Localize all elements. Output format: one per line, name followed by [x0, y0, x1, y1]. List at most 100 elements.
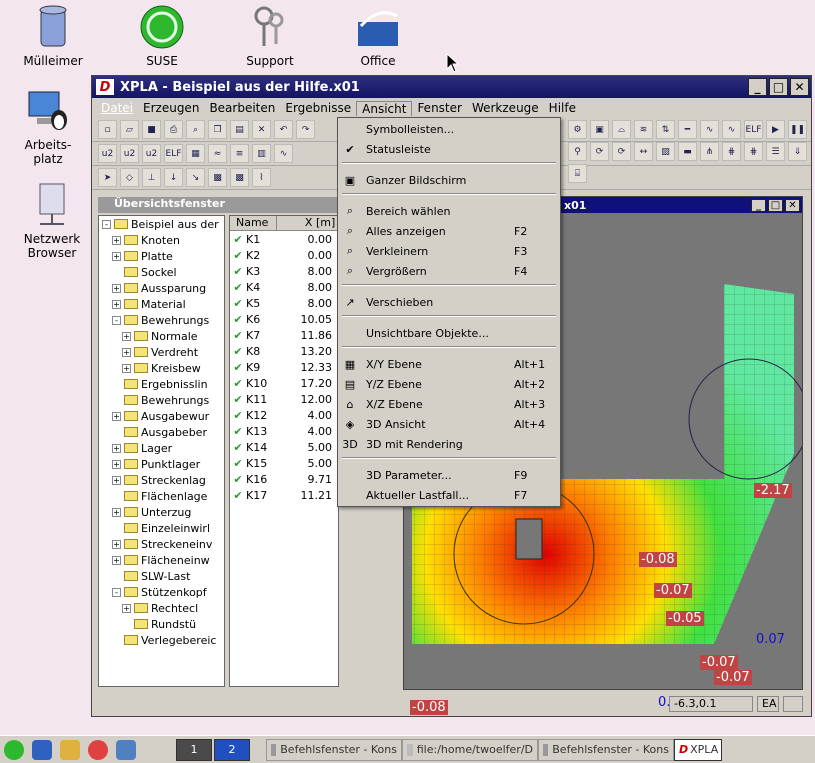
node-row[interactable]: ✔ K8 13.20 — [230, 343, 338, 359]
node-row[interactable]: ✔ K9 12.33 — [230, 359, 338, 375]
menu-item[interactable]: Unsichtbare Objekte... — [338, 323, 560, 343]
menu-item[interactable]: Aktueller Lastfall... F7 — [338, 485, 560, 505]
collapse-icon[interactable]: - — [102, 219, 111, 229]
task-befehlsfenster-2[interactable]: Befehlsfenster - Kons — [538, 738, 674, 761]
minimize-button[interactable]: _ — [748, 78, 767, 96]
menu-item[interactable]: ✔ Statusleiste — [338, 139, 560, 159]
menu-item[interactable]: ⌕ Verkleinern F3 — [338, 241, 560, 261]
results-tool-icon[interactable]: ⚙ — [568, 120, 587, 139]
menu-item[interactable]: ▤ Y/Z Ebene Alt+2 — [338, 374, 560, 394]
bar-tool-icon[interactable]: ▬ — [678, 142, 697, 161]
print-icon[interactable]: ⎙ — [164, 120, 183, 139]
node-row[interactable]: ✔ K15 5.00 — [230, 455, 338, 471]
expand-icon[interactable]: + — [112, 299, 121, 309]
collapse-icon[interactable]: - — [112, 587, 121, 597]
close-button[interactable]: ✕ — [790, 78, 809, 96]
menu-item[interactable]: ⌕ Vergrößern F4 — [338, 261, 560, 281]
maximize-button[interactable]: □ — [769, 78, 788, 96]
task-file-browser[interactable]: file:/home/twoelfer/D — [402, 738, 538, 761]
tree-item[interactable]: - Bewehrungs — [99, 312, 224, 328]
node-row[interactable]: ✔ K17 11.21 — [230, 487, 338, 503]
expand-icon[interactable]: + — [122, 363, 131, 373]
tree-item[interactable]: Verlegebereic — [99, 632, 224, 648]
tree-item[interactable]: + Normale — [99, 328, 224, 344]
home-folder-icon[interactable] — [60, 739, 80, 760]
menu-item[interactable]: ⌕ Bereich wählen — [338, 201, 560, 221]
mesh-tool-icon[interactable]: ▩ — [230, 168, 249, 187]
u2-tool-icon[interactable]: u2 — [142, 144, 161, 163]
task-befehlsfenster-1[interactable]: Befehlsfenster - Kons — [266, 738, 402, 761]
expand-icon[interactable]: + — [112, 251, 121, 261]
node-tool-icon[interactable]: ⋔ — [700, 142, 719, 161]
menu-ansicht[interactable]: Ansicht — [356, 100, 413, 116]
child-maximize-button[interactable]: □ — [768, 198, 783, 212]
node-row[interactable]: ✔ K12 4.00 — [230, 407, 338, 423]
tree-item[interactable]: - Stützenkopf — [99, 584, 224, 600]
column-x[interactable]: X [m] — [277, 216, 338, 230]
tree-item[interactable]: + Punktlager — [99, 456, 224, 472]
tree-item[interactable]: Rundstü — [99, 616, 224, 632]
tree-item[interactable]: + Streckenlag — [99, 472, 224, 488]
suse-menu-icon[interactable] — [4, 739, 24, 760]
node-row[interactable]: ✔ K14 5.00 — [230, 439, 338, 455]
print-preview-icon[interactable]: ⌕ — [186, 120, 205, 139]
pause-icon[interactable]: ❚❚ — [788, 120, 807, 139]
menu-ergebnisse[interactable]: Ergebnisse — [280, 101, 356, 115]
menu-item[interactable]: Symbolleisten... — [338, 119, 560, 139]
expand-icon[interactable]: + — [112, 459, 121, 469]
save-icon[interactable]: ■ — [142, 120, 161, 139]
tree-item[interactable]: + Platte — [99, 248, 224, 264]
desktop-icon-workplace[interactable]: Arbeits- platz — [3, 88, 93, 166]
beam-tool-icon[interactable]: ⌓ — [612, 120, 631, 139]
elf-tool-icon[interactable]: ELF — [164, 144, 183, 163]
menu-item[interactable]: 3D Parameter... F9 — [338, 465, 560, 485]
u2-tool-icon[interactable]: u2 — [120, 144, 139, 163]
down-tool-icon[interactable]: ⇓ — [788, 142, 807, 161]
wave-tool-icon[interactable]: ≈ — [208, 144, 227, 163]
redo-icon[interactable]: ↷ — [296, 120, 315, 139]
node-tool-icon[interactable]: ⋕ — [722, 142, 741, 161]
play-icon[interactable]: ▶ — [766, 120, 785, 139]
rotate-tool-icon[interactable]: ⟳ — [612, 142, 631, 161]
network-tray-icon[interactable] — [116, 739, 136, 760]
node-row[interactable]: ✔ K11 12.00 — [230, 391, 338, 407]
menu-datei[interactable]: Datei — [96, 101, 138, 115]
curve-tool-icon[interactable]: ∿ — [274, 144, 293, 163]
expand-icon[interactable]: + — [112, 283, 121, 293]
layers-tool-icon[interactable]: ≡ — [230, 144, 249, 163]
u2-tool-icon[interactable]: u2 — [98, 144, 117, 163]
node-list[interactable]: Name X [m] ✔ K1 0.00 ✔ K2 0.00 ✔ K3 8.00 ✔ K4 8.00 ✔… — [229, 215, 339, 687]
node-row[interactable]: ✔ K2 0.00 — [230, 247, 338, 263]
support-tool-icon[interactable]: ⊥ — [142, 168, 161, 187]
table-tool-icon[interactable]: ▥ — [252, 144, 271, 163]
node-row[interactable]: ✔ K10 17.20 — [230, 375, 338, 391]
pattern-tool-icon[interactable]: ▨ — [656, 142, 675, 161]
node-row[interactable]: ✔ K13 4.00 — [230, 423, 338, 439]
tree-item[interactable]: + Material — [99, 296, 224, 312]
tree-item[interactable]: + Flächeneinw — [99, 552, 224, 568]
desktop-icon-support[interactable]: Support — [225, 4, 315, 68]
menu-item[interactable]: ↗ Verschieben — [338, 292, 560, 312]
task-xpla[interactable]: D XPLA — [674, 738, 722, 761]
node-row[interactable]: ✔ K16 9.71 — [230, 471, 338, 487]
menu-item[interactable]: ⌕ Alles anzeigen F2 — [338, 221, 560, 241]
stack-tool-icon[interactable]: ☰ — [766, 142, 785, 161]
copy-icon[interactable]: ❐ — [208, 120, 227, 139]
tree-item[interactable]: + Ausgabewur — [99, 408, 224, 424]
menu-item[interactable]: 3D 3D mit Rendering — [338, 434, 560, 454]
pager-desktop-2[interactable]: 2 — [214, 738, 250, 761]
tree-item[interactable]: + Verdreht — [99, 344, 224, 360]
tree-item[interactable]: Bewehrungs — [99, 392, 224, 408]
node-tool-icon[interactable]: ⋕ — [744, 142, 763, 161]
load-tool-icon[interactable]: ↘ — [186, 168, 205, 187]
menu-erzeugen[interactable]: Erzeugen — [138, 101, 204, 115]
tree-item[interactable]: Ergebnisslin — [99, 376, 224, 392]
tree-item[interactable]: Ausgabeber — [99, 424, 224, 440]
child-minimize-button[interactable]: _ — [751, 198, 766, 212]
menu-bearbeiten[interactable]: Bearbeiten — [204, 101, 280, 115]
tree-item[interactable]: Einzeleinwirl — [99, 520, 224, 536]
undo-icon[interactable]: ↶ — [274, 120, 293, 139]
collapse-icon[interactable]: - — [112, 315, 121, 325]
desktop-icon-suse[interactable]: SUSE — [117, 4, 207, 68]
stress-tool-icon[interactable]: ∿ — [722, 120, 741, 139]
